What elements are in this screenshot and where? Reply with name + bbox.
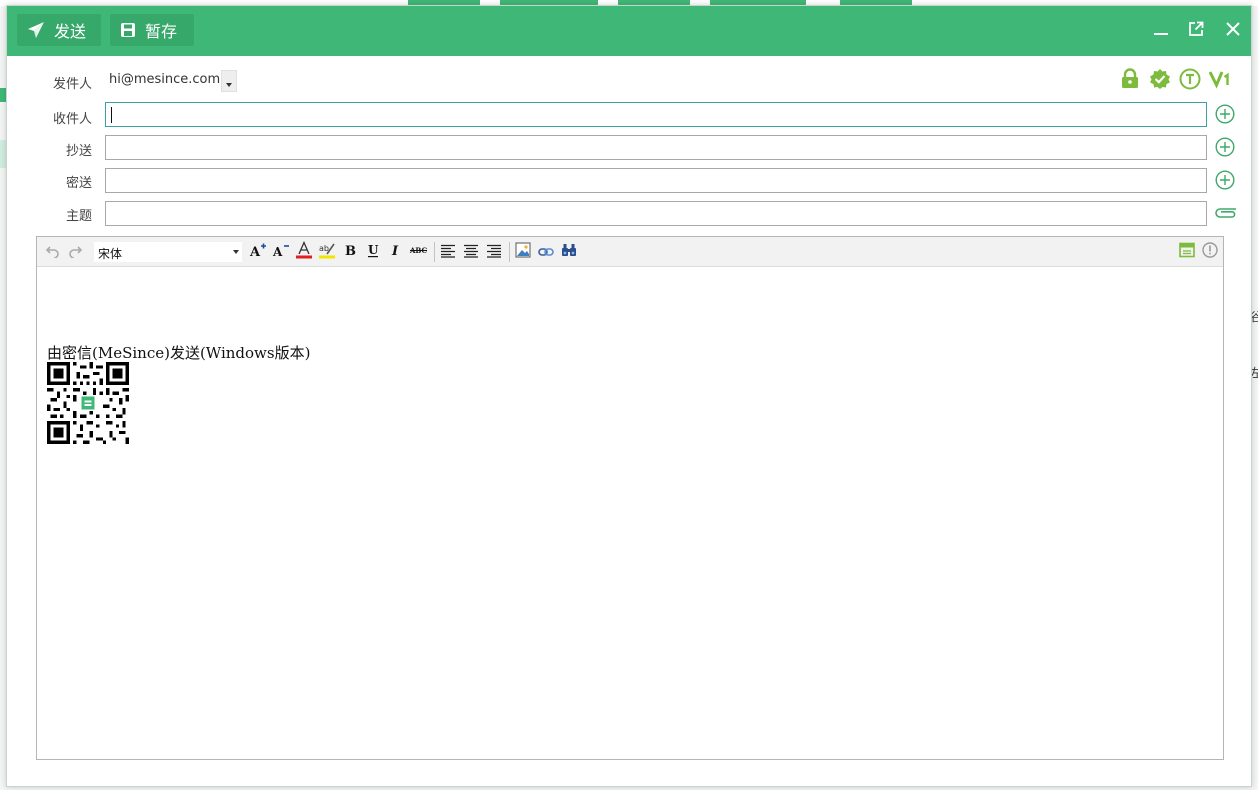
align-center-button[interactable] bbox=[461, 242, 481, 262]
subject-input[interactable] bbox=[105, 201, 1207, 226]
underline-button[interactable]: U bbox=[363, 242, 383, 262]
to-input[interactable] bbox=[105, 102, 1207, 127]
from-dropdown-button[interactable] bbox=[221, 70, 237, 92]
source-mode-button[interactable] bbox=[1177, 242, 1197, 262]
toolbar-divider bbox=[509, 242, 510, 262]
message-editor: 宋体 A A ab B U I ABC 由密信(MeSince)发送(Windo… bbox=[36, 236, 1224, 760]
highlighter-icon: ab bbox=[318, 241, 336, 263]
popout-button[interactable] bbox=[1185, 20, 1207, 42]
binoculars-icon bbox=[561, 242, 577, 262]
bcc-label: 密送 bbox=[65, 176, 92, 191]
save-icon bbox=[120, 22, 136, 38]
bold-button[interactable]: B bbox=[340, 242, 360, 262]
font-decrease-icon: A bbox=[272, 242, 290, 262]
add-to-recipient-button[interactable] bbox=[1215, 104, 1235, 124]
verified-badge-icon[interactable] bbox=[1149, 68, 1171, 90]
align-right-button[interactable] bbox=[484, 242, 504, 262]
align-left-button[interactable] bbox=[438, 242, 458, 262]
underline-icon: U bbox=[366, 242, 380, 262]
send-label: 发送 bbox=[54, 22, 87, 41]
compose-window: 发送 暂存 发件人 hi@mesince.com 收件人 抄送 密送 主题 宋体… bbox=[6, 5, 1252, 787]
to-label: 收件人 bbox=[52, 112, 92, 127]
align-center-icon bbox=[463, 243, 479, 262]
attach-button[interactable] bbox=[1212, 202, 1238, 222]
svg-text:A: A bbox=[249, 245, 261, 258]
info-button[interactable] bbox=[1200, 242, 1220, 262]
font-color-button[interactable] bbox=[294, 240, 314, 263]
paperclip-icon bbox=[1212, 207, 1238, 226]
minimize-icon bbox=[1153, 21, 1169, 41]
find-replace-button[interactable] bbox=[559, 242, 579, 262]
message-body[interactable]: 由密信(MeSince)发送(Windows版本) bbox=[37, 268, 1223, 759]
send-button[interactable]: 发送 bbox=[17, 14, 101, 46]
plus-circle-icon bbox=[1215, 170, 1235, 194]
minimize-button[interactable] bbox=[1150, 20, 1172, 42]
insert-image-button[interactable] bbox=[513, 242, 533, 262]
italic-button[interactable]: I bbox=[386, 242, 406, 262]
insert-link-button[interactable] bbox=[536, 242, 556, 262]
plus-circle-icon bbox=[1215, 104, 1235, 128]
editor-toolbar: 宋体 A A ab B U I ABC bbox=[37, 237, 1223, 267]
from-value[interactable]: hi@mesince.com bbox=[109, 72, 220, 87]
increase-font-button[interactable]: A bbox=[248, 242, 268, 262]
svg-text:A: A bbox=[272, 245, 283, 258]
close-button[interactable] bbox=[1222, 20, 1244, 42]
image-icon bbox=[515, 242, 531, 262]
toolbar-divider bbox=[434, 242, 435, 262]
timer-t-icon[interactable] bbox=[1179, 68, 1201, 90]
html-source-icon bbox=[1179, 242, 1195, 262]
plus-circle-icon bbox=[1215, 137, 1235, 161]
encrypt-lock-icon[interactable] bbox=[1119, 68, 1141, 90]
cc-input[interactable] bbox=[105, 135, 1207, 160]
text-caret bbox=[111, 107, 112, 123]
close-icon bbox=[1225, 21, 1241, 41]
add-cc-button[interactable] bbox=[1215, 137, 1235, 157]
align-left-icon bbox=[440, 243, 456, 262]
redo-button[interactable] bbox=[65, 242, 85, 262]
alert-circle-icon bbox=[1202, 242, 1218, 262]
add-bcc-button[interactable] bbox=[1215, 170, 1235, 190]
from-label: 发件人 bbox=[52, 77, 92, 92]
version-v1-icon[interactable] bbox=[1208, 68, 1231, 90]
cc-label: 抄送 bbox=[65, 144, 92, 159]
bold-icon: B bbox=[343, 242, 357, 262]
font-color-icon bbox=[295, 240, 313, 263]
decrease-font-button[interactable]: A bbox=[271, 242, 291, 262]
compose-toolbar: 发送 暂存 bbox=[7, 6, 1251, 56]
highlight-color-button[interactable]: ab bbox=[317, 242, 337, 262]
strikethrough-button[interactable]: ABC bbox=[409, 242, 429, 262]
qr-code-image bbox=[47, 362, 129, 444]
chevron-down-icon bbox=[226, 72, 232, 91]
save-draft-button[interactable]: 暂存 bbox=[110, 14, 194, 46]
font-family-select[interactable]: 宋体 bbox=[93, 241, 243, 263]
link-icon bbox=[538, 243, 554, 262]
popout-icon bbox=[1188, 21, 1204, 41]
subject-label: 主题 bbox=[65, 209, 92, 224]
strikethrough-icon: ABC bbox=[409, 242, 429, 262]
align-right-icon bbox=[486, 243, 502, 262]
svg-text:U: U bbox=[368, 243, 379, 257]
font-increase-icon: A bbox=[249, 242, 267, 262]
svg-text:B: B bbox=[345, 244, 356, 258]
send-icon bbox=[27, 21, 45, 39]
bcc-input[interactable] bbox=[105, 168, 1207, 193]
redo-icon bbox=[68, 243, 83, 262]
undo-button[interactable] bbox=[43, 242, 63, 262]
svg-text:ab: ab bbox=[319, 244, 329, 253]
italic-icon: I bbox=[389, 242, 403, 262]
font-family-value: 宋体 bbox=[98, 247, 123, 261]
signature-text: 由密信(MeSince)发送(Windows版本) bbox=[47, 344, 311, 362]
chevron-down-icon bbox=[233, 250, 239, 254]
svg-text:I: I bbox=[391, 244, 399, 258]
save-draft-label: 暂存 bbox=[145, 22, 178, 41]
undo-icon bbox=[45, 243, 60, 262]
